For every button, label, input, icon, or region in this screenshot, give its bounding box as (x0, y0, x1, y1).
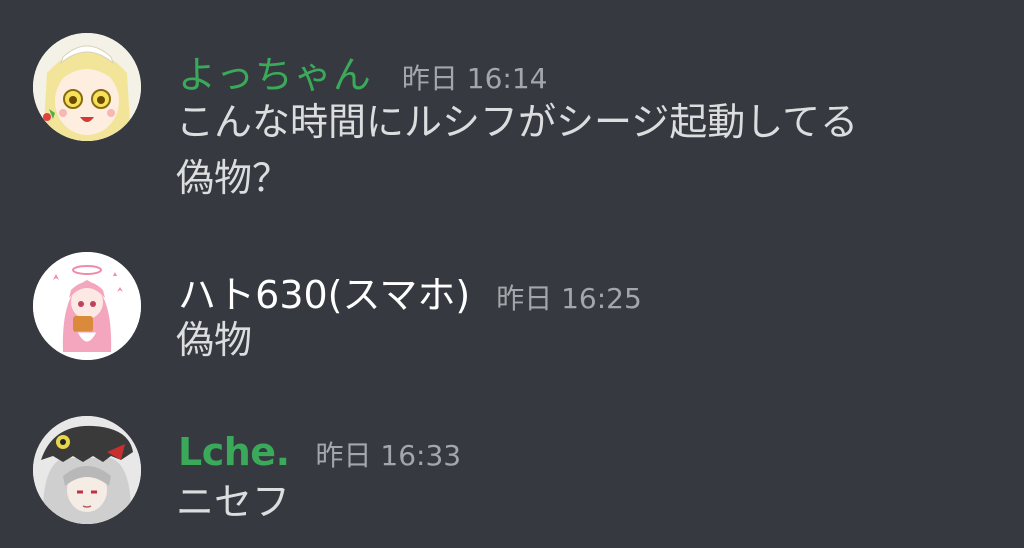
user-avatar[interactable] (33, 416, 141, 524)
message-line: 偽物？ (176, 156, 291, 200)
message-content: 偽物 (176, 312, 252, 368)
message-line: 偽物 (176, 318, 253, 362)
anime-girl-blonde-avatar-icon (33, 33, 141, 141)
timestamp: 昨日 16:14 (401, 62, 548, 95)
user-avatar[interactable] (33, 33, 141, 141)
username[interactable]: ハト630(スマホ) (178, 264, 470, 319)
message-header: よっちゃん 昨日 16:14 (178, 44, 547, 99)
anime-girl-pink-hair-avatar-icon (33, 252, 141, 360)
message-content: ニセフ (176, 474, 290, 530)
username[interactable]: Lche. (178, 430, 290, 474)
timestamp: 昨日 16:25 (496, 282, 642, 315)
anime-girl-dino-hood-avatar-icon (33, 416, 141, 524)
user-avatar[interactable] (33, 252, 141, 360)
message-line: ニセフ (176, 480, 291, 524)
message-line: こんな時間にルシフがシージ起動してる (176, 100, 859, 144)
chat-view: { "colors": { "background": "#36393f", "… (0, 0, 1024, 548)
message-header: ハト630(スマホ) 昨日 16:25 (178, 264, 642, 319)
username[interactable]: よっちゃん (178, 44, 372, 99)
timestamp: 昨日 16:33 (315, 439, 462, 472)
message-content: こんな時間にルシフがシージ起動してる 偽物？ (176, 94, 858, 206)
message-header: Lche. 昨日 16:33 (178, 430, 461, 474)
